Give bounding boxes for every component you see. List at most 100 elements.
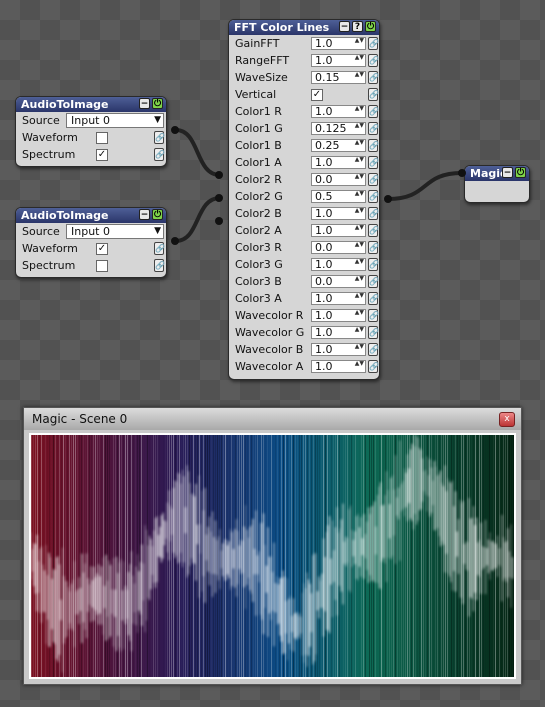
minus-icon[interactable]: − [502,167,513,178]
lock-icon[interactable]: 🔗 [154,131,165,144]
power-icon[interactable]: ⏻ [152,98,163,109]
spectrum-checkbox[interactable] [96,259,108,272]
param-number-field[interactable]: 0.15 ▲▼ [311,71,366,84]
power-icon[interactable]: ⏻ [365,21,376,32]
param-number-field[interactable]: 0.25 ▲▼ [311,139,366,152]
minus-icon[interactable]: − [139,98,150,109]
param-number-field[interactable]: 0.0 ▲▼ [311,241,366,254]
param-number-field[interactable]: 1.0 ▲▼ [311,258,366,271]
fft-color-lines-node[interactable]: FFT Color Lines − ? ⏻ GainFFT 1.0 ▲▼ 🔗 Range… [228,19,380,380]
lock-icon[interactable]: 🔗 [368,156,379,169]
spinner-arrows-icon[interactable]: ▲▼ [355,259,364,265]
magic-scene-window[interactable]: Magic - Scene 0 x [23,407,522,685]
waveform-checkbox[interactable]: ✓ [96,242,108,255]
lock-icon[interactable]: 🔗 [368,105,379,118]
spinner-arrows-icon[interactable]: ▲▼ [355,225,364,231]
render-viewport[interactable] [29,433,516,679]
waveform-row: Waveform 🔗 [16,129,166,146]
magic-input-port[interactable] [458,169,466,177]
lock-icon[interactable]: 🔗 [154,242,165,255]
lock-icon[interactable]: 🔗 [368,292,379,305]
param-number-field[interactable]: 1.0 ▲▼ [311,207,366,220]
spinner-arrows-icon[interactable]: ▲▼ [355,327,364,333]
lock-icon[interactable]: 🔗 [368,343,379,356]
source-select[interactable]: Input 0 ▼ [66,224,164,239]
lock-icon[interactable]: 🔗 [368,139,379,152]
spinner-arrows-icon[interactable]: ▲▼ [355,174,364,180]
param-value: 0.125 [315,122,347,135]
spinner-arrows-icon[interactable]: ▲▼ [355,157,364,163]
lock-icon[interactable]: 🔗 [368,37,379,50]
param-number-field[interactable]: 1.0 ▲▼ [311,105,366,118]
lock-icon[interactable]: 🔗 [154,259,165,272]
close-icon[interactable]: x [499,412,515,427]
lock-icon[interactable]: 🔗 [368,54,379,67]
fft-input-port-1[interactable] [215,171,223,179]
lock-icon[interactable]: 🔗 [368,207,379,220]
param-number-field[interactable]: 1.0 ▲▼ [311,54,366,67]
lock-icon[interactable]: 🔗 [368,71,379,84]
lock-icon[interactable]: 🔗 [368,309,379,322]
spinner-arrows-icon[interactable]: ▲▼ [355,55,364,61]
window-titlebar[interactable]: Magic - Scene 0 x [24,408,521,430]
waveform-checkbox[interactable] [96,131,108,144]
audio2-output-port[interactable] [171,237,179,245]
lock-icon[interactable]: 🔗 [368,224,379,237]
param-number-field[interactable]: 1.0 ▲▼ [311,156,366,169]
audio-to-image-node-2[interactable]: AudioToImage − ⏻ Source Input 0 ▼ Wavefo… [15,207,167,278]
spinner-arrows-icon[interactable]: ▲▼ [355,72,364,78]
fft-output-port[interactable] [384,195,392,203]
magic-node[interactable]: Magic − ⏻ [464,165,530,203]
node-title[interactable]: AudioToImage − ⏻ [16,208,166,223]
param-number-field[interactable]: 1.0 ▲▼ [311,326,366,339]
lock-icon[interactable]: 🔗 [368,88,379,101]
spinner-arrows-icon[interactable]: ▲▼ [355,276,364,282]
param-number-field[interactable]: 1.0 ▲▼ [311,224,366,237]
node-title[interactable]: Magic − ⏻ [465,166,529,181]
lock-icon[interactable]: 🔗 [368,190,379,203]
lock-icon[interactable]: 🔗 [368,173,379,186]
spinner-arrows-icon[interactable]: ▲▼ [355,191,364,197]
minus-icon[interactable]: − [139,209,150,220]
spinner-arrows-icon[interactable]: ▲▼ [355,38,364,44]
question-icon[interactable]: ? [352,21,363,32]
lock-icon[interactable]: 🔗 [368,122,379,135]
param-number-field[interactable]: 0.0 ▲▼ [311,173,366,186]
lock-icon[interactable]: 🔗 [368,326,379,339]
spinner-arrows-icon[interactable]: ▲▼ [355,361,364,367]
spinner-arrows-icon[interactable]: ▲▼ [355,242,364,248]
spinner-arrows-icon[interactable]: ▲▼ [355,123,364,129]
lock-icon[interactable]: 🔗 [368,275,379,288]
power-icon[interactable]: ⏻ [515,167,526,178]
fft-input-port-2[interactable] [215,194,223,202]
audio-to-image-node-1[interactable]: AudioToImage − ⏻ Source Input 0 ▼ Wavefo… [15,96,167,167]
node-title[interactable]: AudioToImage − ⏻ [16,97,166,112]
param-number-field[interactable]: 0.5 ▲▼ [311,190,366,203]
lock-icon[interactable]: 🔗 [368,258,379,271]
lock-icon[interactable]: 🔗 [154,148,165,161]
param-number-field[interactable]: 1.0 ▲▼ [311,343,366,356]
source-select[interactable]: Input 0 ▼ [66,113,164,128]
spinner-arrows-icon[interactable]: ▲▼ [355,344,364,350]
spinner-arrows-icon[interactable]: ▲▼ [355,208,364,214]
lock-icon[interactable]: 🔗 [368,360,379,373]
param-number-field[interactable]: 0.125 ▲▼ [311,122,366,135]
spectrum-checkbox[interactable]: ✓ [96,148,108,161]
node-title[interactable]: FFT Color Lines − ? ⏻ [229,20,379,35]
param-number-field[interactable]: 1.0 ▲▼ [311,37,366,50]
spinner-arrows-icon[interactable]: ▲▼ [355,106,364,112]
wire-fft-to-magic [387,171,463,201]
spinner-arrows-icon[interactable]: ▲▼ [355,140,364,146]
param-number-field[interactable]: 1.0 ▲▼ [311,292,366,305]
fft-input-port-3[interactable] [215,217,223,225]
minus-icon[interactable]: − [339,21,350,32]
param-checkbox[interactable]: ✓ [311,88,323,101]
param-number-field[interactable]: 0.0 ▲▼ [311,275,366,288]
power-icon[interactable]: ⏻ [152,209,163,220]
audio1-output-port[interactable] [171,126,179,134]
spinner-arrows-icon[interactable]: ▲▼ [355,310,364,316]
param-number-field[interactable]: 1.0 ▲▼ [311,309,366,322]
param-number-field[interactable]: 1.0 ▲▼ [311,360,366,373]
lock-icon[interactable]: 🔗 [368,241,379,254]
spinner-arrows-icon[interactable]: ▲▼ [355,293,364,299]
